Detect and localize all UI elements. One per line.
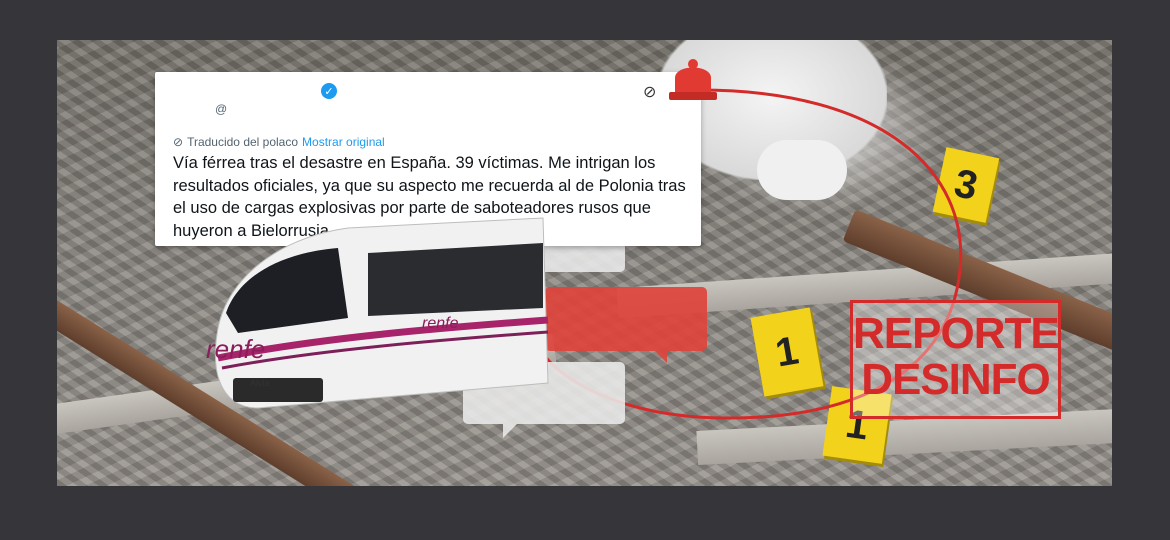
forensic-hand bbox=[757, 140, 847, 200]
renfe-logo-front: renfe bbox=[206, 334, 265, 364]
translated-label: Traducido del polaco bbox=[187, 135, 299, 149]
translation-row: ⊘ Traducido del polaco Mostrar original bbox=[173, 135, 385, 149]
speech-bubble-red bbox=[545, 287, 707, 363]
train-image: renfe renfe Alvia bbox=[206, 217, 549, 409]
reporte-desinfo-stamp: REPORTE DESINFO bbox=[850, 300, 1061, 419]
alert-bell-icon bbox=[669, 59, 717, 100]
verified-icon: ✓ bbox=[321, 83, 337, 99]
renfe-logo-side: renfe bbox=[422, 315, 459, 332]
evidence-marker-1: 1 bbox=[750, 307, 824, 397]
translate-icon[interactable]: ⊘ bbox=[643, 82, 656, 102]
evidence-marker-3: 3 bbox=[932, 147, 1000, 223]
stamp-line1: REPORTE bbox=[853, 309, 1060, 358]
show-original-link[interactable]: Mostrar original bbox=[302, 135, 385, 149]
translate-small-icon: ⊘ bbox=[173, 135, 184, 149]
tweet-handle: @ bbox=[215, 102, 228, 116]
stamp-line2: DESINFO bbox=[861, 355, 1051, 404]
train-model-label: Alvia bbox=[250, 378, 270, 388]
